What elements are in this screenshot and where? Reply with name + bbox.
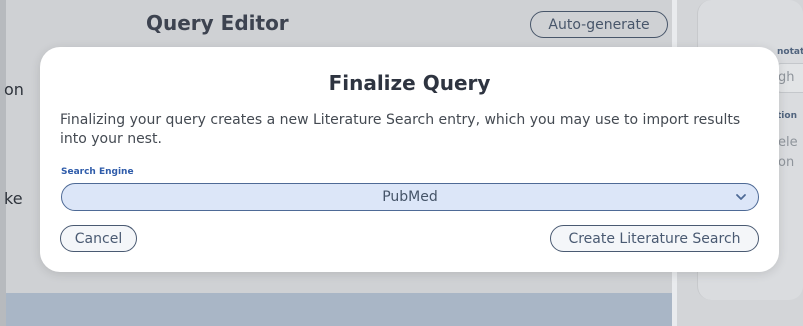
cancel-button[interactable]: Cancel [60,225,137,252]
modal-description: Finalizing your query creates a new Lite… [60,112,741,147]
background-text-fragment: on [4,80,24,99]
background-text-fragment: ke [4,189,23,208]
right-panel-label: notatio [777,47,803,57]
modal-title: Finalize Query [328,71,491,95]
right-panel-field-text: gh [778,70,795,85]
chevron-down-icon [736,194,746,200]
auto-generate-button[interactable]: Auto-generate [530,11,668,38]
right-panel-text: ele [778,135,798,150]
search-engine-label: Search Engine [61,167,134,177]
right-panel-text: on [778,155,795,170]
query-editor-footer [6,293,672,326]
query-editor-title: Query Editor [146,11,289,35]
search-engine-select[interactable]: PubMed [61,183,759,211]
search-engine-value: PubMed [382,189,438,205]
finalize-query-modal: Finalize Query Finalizing your query cre… [40,47,779,272]
create-literature-search-button[interactable]: Create Literature Search [550,225,759,252]
right-panel-label: tion [777,111,797,121]
